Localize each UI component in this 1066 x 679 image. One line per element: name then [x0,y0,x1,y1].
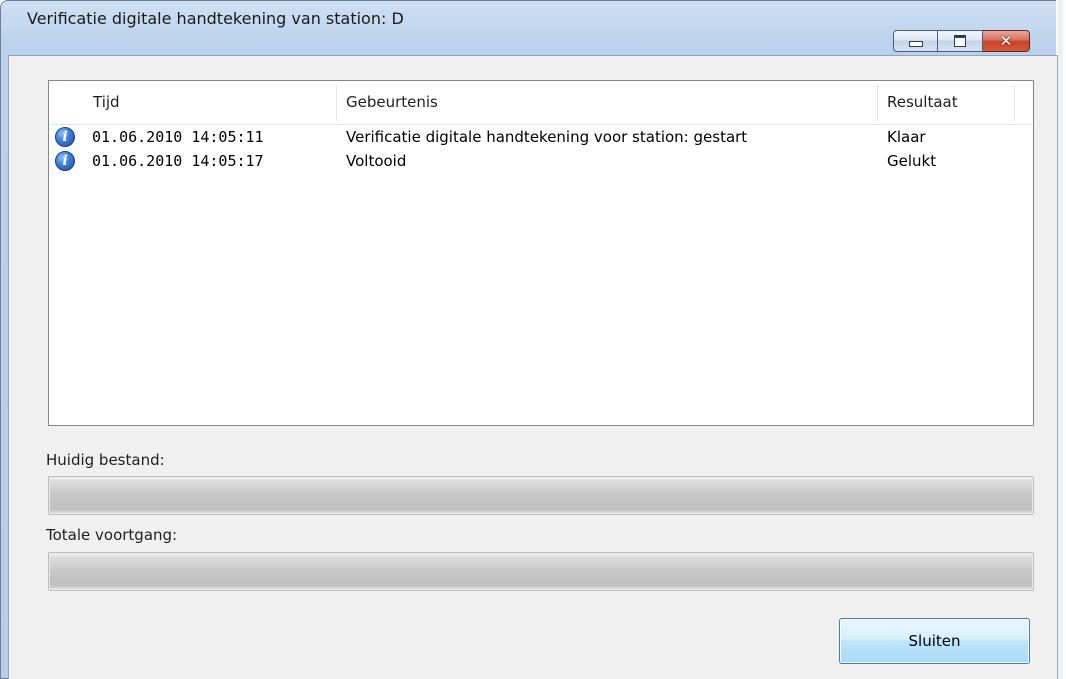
event-log-list[interactable]: Tijd Gebeurtenis Resultaat i 01.06.2010 … [48,80,1034,426]
row-event: Verificatie digitale handtekening voor s… [346,128,748,146]
maximize-button[interactable] [938,30,983,52]
column-header-time[interactable]: Tijd [93,81,120,124]
list-item[interactable]: i 01.06.2010 14:05:17 Voltooid Gelukt [49,149,1033,173]
minimize-button[interactable] [893,30,938,52]
column-divider[interactable] [336,85,337,121]
column-divider[interactable] [877,85,878,121]
close-window-button[interactable]: ✕ [983,30,1030,52]
column-divider[interactable] [1014,85,1015,121]
minimize-icon [908,41,923,47]
current-file-progress-bar [48,476,1034,515]
info-icon: i [55,151,75,171]
close-button[interactable]: Sluiten [839,618,1030,664]
column-header-result[interactable]: Resultaat [887,81,958,124]
total-progress-bar [48,552,1034,591]
info-icon: i [55,127,75,147]
column-header-event[interactable]: Gebeurtenis [346,81,438,124]
total-progress-label: Totale voortgang: [46,526,178,544]
current-file-label: Huidig bestand: [46,451,165,469]
list-header: Tijd Gebeurtenis Resultaat [49,81,1033,125]
row-time: 01.06.2010 14:05:11 [92,128,264,146]
list-item[interactable]: i 01.06.2010 14:05:11 Verificatie digita… [49,125,1033,149]
row-event: Voltooid [346,152,407,170]
dialog-client-area: Tijd Gebeurtenis Resultaat i 01.06.2010 … [8,55,1058,679]
maximize-icon [954,35,966,47]
close-icon: ✕ [999,31,1013,50]
row-time: 01.06.2010 14:05:17 [92,152,264,170]
caption-buttons: ✕ [893,30,1030,54]
row-result: Gelukt [887,152,937,170]
window-title: Verificatie digitale handtekening van st… [27,9,404,28]
row-result: Klaar [887,128,926,146]
